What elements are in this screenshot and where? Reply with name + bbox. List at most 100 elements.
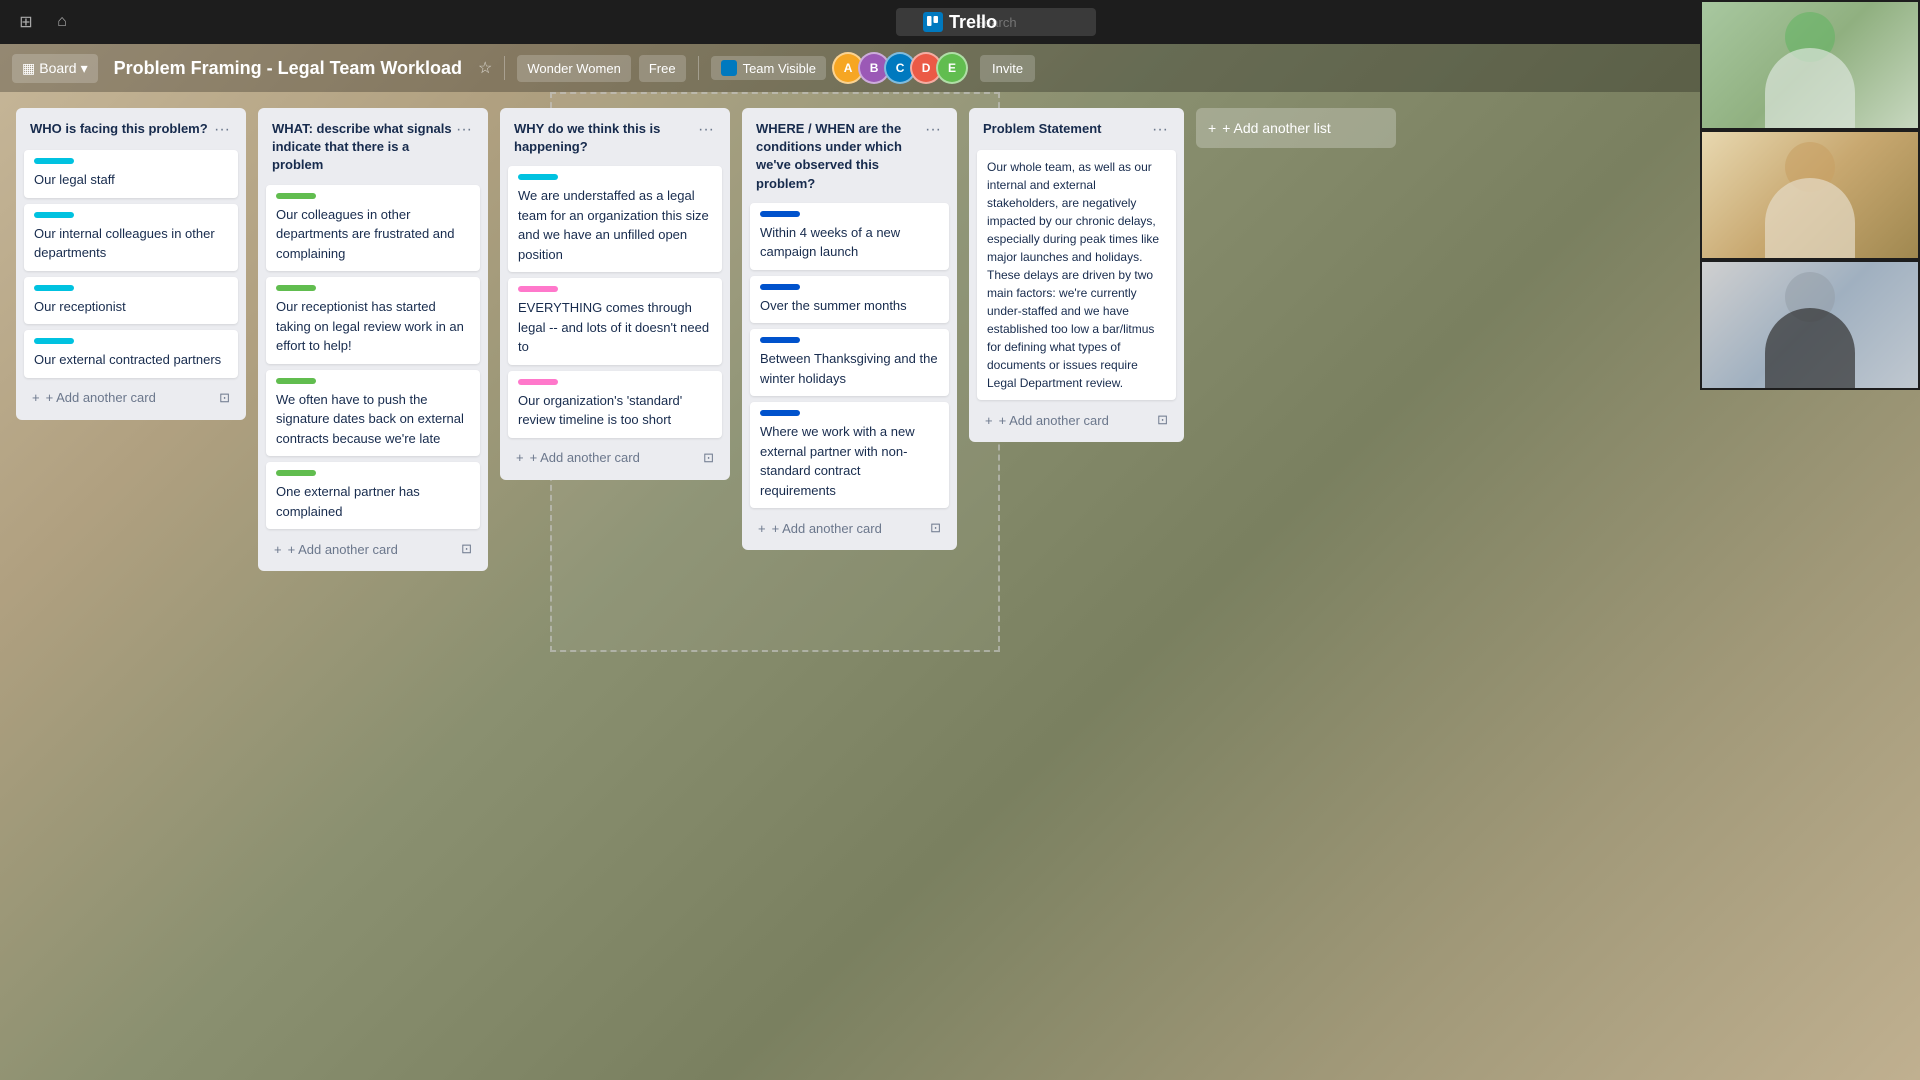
video-person-body-3 [1765,308,1855,388]
column-statement-header: Problem Statement ··· [977,116,1176,144]
card-who-3[interactable]: Our receptionist [24,277,238,325]
invite-button[interactable]: Invite [980,55,1035,82]
card-who-1[interactable]: Our legal staff [24,150,238,198]
add-card-statement-button[interactable]: + + Add another card ⊡ [977,406,1176,434]
column-who-title: WHO is facing this problem? [30,120,210,138]
card-text-where-2: Over the summer months [760,296,939,316]
card-text-what-3: We often have to push the signature date… [276,390,470,449]
card-label-green-4 [276,470,316,476]
add-card-what-label: + Add another card [288,542,398,557]
card-text-who-3: Our receptionist [34,297,228,317]
add-card-where-icon: + [758,521,766,536]
card-label-cyan [34,158,74,164]
add-card-what-icon: + [274,542,282,557]
column-why-menu-button[interactable]: ··· [694,120,718,140]
card-label-cyan-why [518,174,558,180]
add-card-who-label: + Add another card [46,390,156,405]
card-text-why-3: Our organization's 'standard' review tim… [518,391,712,430]
grid-icon[interactable]: ⊞ [12,8,40,36]
nav-bar: ▦ Board ▾ Problem Framing - Legal Team W… [0,44,1920,92]
card-what-3[interactable]: We often have to push the signature date… [266,370,480,457]
card-what-4[interactable]: One external partner has complained [266,462,480,529]
team-icon [721,60,737,76]
card-template-icon-4: ⊡ [930,520,941,536]
card-label-navy-4 [760,410,800,416]
card-label-pink-2 [518,379,558,385]
card-text-where-1: Within 4 weeks of a new campaign launch [760,223,939,262]
card-label-green-2 [276,285,316,291]
card-where-4[interactable]: Where we work with a new external partne… [750,402,949,508]
card-who-4[interactable]: Our external contracted partners [24,330,238,378]
add-card-where-button[interactable]: + + Add another card ⊡ [750,514,949,542]
card-template-icon-2: ⊡ [461,541,472,557]
column-who-menu-button[interactable]: ··· [210,120,234,140]
trello-logo-icon [923,12,943,32]
card-why-1[interactable]: We are understaffed as a legal team for … [508,166,722,272]
card-template-icon: ⊡ [219,390,230,406]
card-template-icon-5: ⊡ [1157,412,1168,428]
column-what: WHAT: describe what signals indicate tha… [258,108,488,571]
card-where-3[interactable]: Between Thanksgiving and the winter holi… [750,329,949,396]
card-where-2[interactable]: Over the summer months [750,276,949,324]
video-frame-2 [1700,130,1920,260]
team-visible-button[interactable]: Team Visible [711,56,826,80]
free-button[interactable]: Free [639,55,686,82]
column-what-menu-button[interactable]: ··· [452,120,476,140]
add-card-statement-icon: + [985,413,993,428]
card-label-cyan-3 [34,285,74,291]
card-text-what-1: Our colleagues in other departments are … [276,205,470,264]
home-icon[interactable]: ⌂ [48,8,76,36]
board-icon: ▦ [22,60,35,77]
card-why-3[interactable]: Our organization's 'standard' review tim… [508,371,722,438]
nav-divider-1 [504,56,505,80]
add-card-why-icon: + [516,450,524,465]
card-text-where-3: Between Thanksgiving and the winter holi… [760,349,939,388]
card-text-who-4: Our external contracted partners [34,350,228,370]
avatar-5[interactable]: E [936,52,968,84]
avatar-group: A B C D E [838,52,968,84]
top-bar: ⊞ ⌂ Trello [0,0,1920,44]
trello-logo: Trello [923,12,997,33]
add-card-why-button[interactable]: + + Add another card ⊡ [508,444,722,472]
column-why: WHY do we think this is happening? ··· W… [500,108,730,480]
add-card-what-button[interactable]: + + Add another card ⊡ [266,535,480,563]
add-list-button[interactable]: + + Add another list [1196,108,1396,148]
card-text-who-1: Our legal staff [34,170,228,190]
free-label: Free [649,61,676,76]
add-card-who-icon: + [32,390,40,405]
column-where-menu-button[interactable]: ··· [921,120,945,140]
column-statement-title: Problem Statement [983,120,1148,138]
column-who-header: WHO is facing this problem? ··· [24,116,238,144]
column-who: WHO is facing this problem? ··· Our lega… [16,108,246,420]
card-what-1[interactable]: Our colleagues in other departments are … [266,185,480,272]
card-what-2[interactable]: Our receptionist has started taking on l… [266,277,480,364]
add-card-where-label: + Add another card [772,521,882,536]
wonder-women-button[interactable]: Wonder Women [517,55,630,82]
wonder-women-label: Wonder Women [527,61,620,76]
video-person-body-1 [1765,48,1855,128]
card-label-navy-3 [760,337,800,343]
board-area: WHO is facing this problem? ··· Our lega… [0,92,1920,1080]
card-text-what-2: Our receptionist has started taking on l… [276,297,470,356]
card-label-navy-1 [760,211,800,217]
card-where-1[interactable]: Within 4 weeks of a new campaign launch [750,203,949,270]
card-label-cyan-4 [34,338,74,344]
nav-divider-2 [698,56,699,80]
add-list-label: + Add another list [1222,120,1331,136]
card-why-2[interactable]: EVERYTHING comes through legal -- and lo… [508,278,722,365]
board-chevron-icon: ▾ [81,60,88,77]
card-text-why-1: We are understaffed as a legal team for … [518,186,712,264]
card-text-who-2: Our internal colleagues in other departm… [34,224,228,263]
card-statement-1[interactable]: Our whole team, as well as our internal … [977,150,1176,400]
card-template-icon-3: ⊡ [703,450,714,466]
add-card-who-button[interactable]: + + Add another card ⊡ [24,384,238,412]
board-button[interactable]: ▦ Board ▾ [12,54,98,83]
column-statement-menu-button[interactable]: ··· [1148,120,1172,140]
board-label: Board [39,60,76,76]
card-who-2[interactable]: Our internal colleagues in other departm… [24,204,238,271]
column-where: WHERE / WHEN are the conditions under wh… [742,108,957,550]
star-icon[interactable]: ☆ [478,58,492,78]
add-card-why-label: + Add another card [530,450,640,465]
column-what-header: WHAT: describe what signals indicate tha… [266,116,480,179]
team-label: Team Visible [743,61,816,76]
